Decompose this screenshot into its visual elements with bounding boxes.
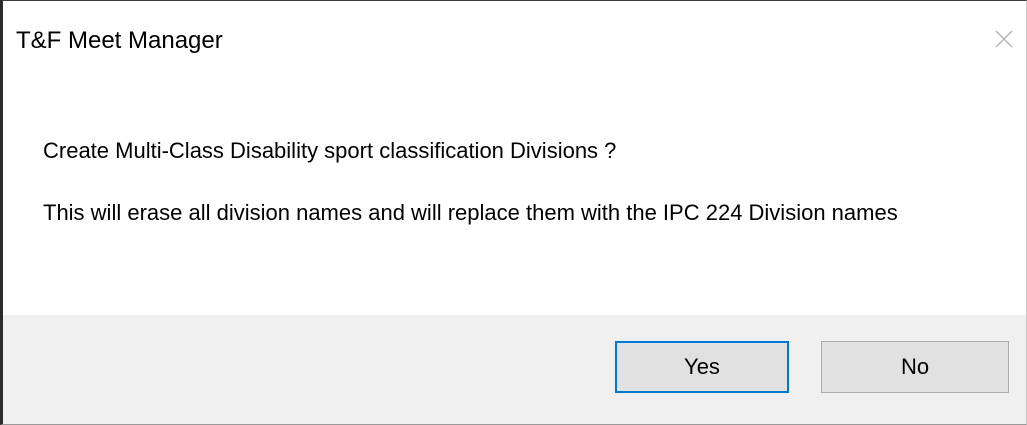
message-warning: This will erase all division names and w… bbox=[43, 200, 898, 225]
button-bar: Yes No bbox=[3, 315, 1026, 424]
message-question: Create Multi-Class Disability sport clas… bbox=[43, 138, 617, 163]
no-button[interactable]: No bbox=[821, 341, 1009, 393]
close-button[interactable] bbox=[982, 7, 1026, 67]
yes-button[interactable]: Yes bbox=[615, 341, 789, 393]
dialog-title: T&F Meet Manager bbox=[16, 27, 223, 54]
message-dialog: T&F Meet Manager Create Multi-Class Disa… bbox=[0, 0, 1027, 425]
message-body: Create Multi-Class Disability sport clas… bbox=[43, 136, 1003, 228]
close-icon bbox=[995, 30, 1013, 48]
